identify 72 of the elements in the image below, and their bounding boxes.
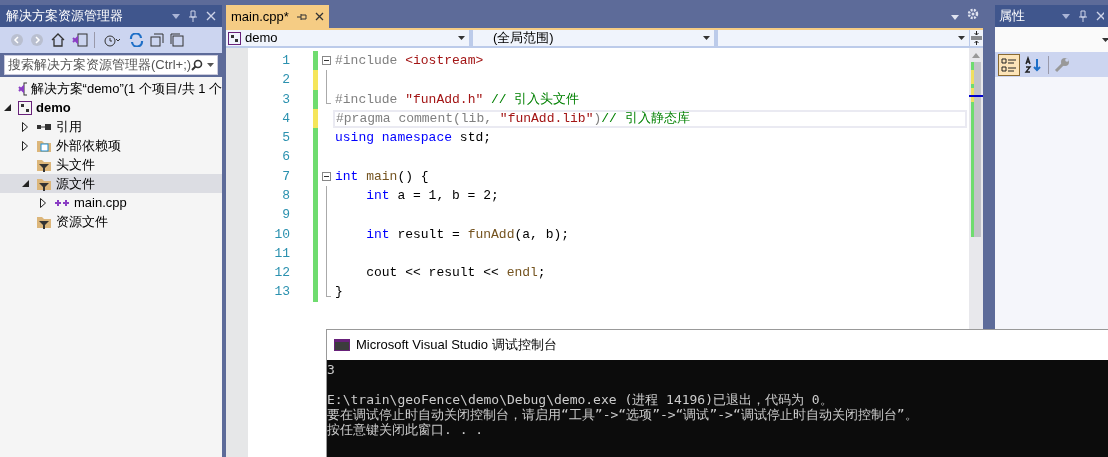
- tree-item[interactable]: 资源文件: [0, 212, 222, 231]
- settings-icon[interactable]: [967, 8, 979, 20]
- tree-item[interactable]: 源文件: [0, 174, 222, 193]
- history-icon[interactable]: [101, 33, 123, 47]
- folder-icon: [36, 176, 52, 191]
- panel-title: 解决方案资源管理器: [6, 7, 124, 26]
- console-icon: [334, 339, 350, 351]
- folder-icon: [36, 157, 52, 172]
- project-icon: [18, 100, 32, 115]
- references-icon: [36, 121, 52, 132]
- copy-icon[interactable]: [170, 33, 184, 47]
- code-line: using namespace std;: [335, 129, 492, 148]
- editor-tab[interactable]: main.cpp*: [226, 5, 329, 28]
- tree-item[interactable]: 头文件: [0, 155, 222, 174]
- line-number: 10: [273, 225, 290, 244]
- caret-icon: [703, 36, 710, 40]
- line-number: 5: [281, 129, 290, 148]
- close-icon[interactable]: [314, 12, 324, 21]
- search-icon[interactable]: [191, 59, 203, 71]
- folder-icon: [36, 138, 52, 153]
- caret-icon: [1102, 37, 1108, 42]
- panel-title: 属性: [999, 7, 1026, 26]
- collapse-arrow-icon[interactable]: [22, 180, 29, 187]
- tree-item[interactable]: 解决方案“demo”(1 个项目/共 1 个: [0, 79, 222, 98]
- line-number: 8: [281, 187, 290, 205]
- console-output: 3 E:\train\geoFence\demo\Debug\demo.exe (进程 14196)已退出，代码为 0。 要在调试停止时自动关闭控制台，请启用“工具”->“选项”->“调试”->“调试停止时自动关闭控制台”。 按任意键关闭此窗口. . .: [327, 360, 1108, 457]
- solution-icon: [18, 81, 27, 96]
- tree-item[interactable]: demo: [0, 98, 222, 117]
- line-number: 13: [273, 283, 290, 302]
- pin-icon[interactable]: [296, 12, 307, 21]
- search-field[interactable]: 搜索解决方案资源管理器(Ctrl+;): [4, 55, 218, 75]
- solution-switch-icon[interactable]: [72, 33, 88, 47]
- caret-icon: [958, 36, 965, 40]
- categorized-icon[interactable]: [998, 53, 1020, 76]
- window-title: Microsoft Visual Studio 调试控制台: [356, 336, 557, 355]
- dropdown-icon[interactable]: [1062, 13, 1070, 19]
- dropdown-icon[interactable]: [951, 15, 959, 20]
- caret-icon: [458, 36, 465, 40]
- line-number: 11: [273, 244, 290, 263]
- line-number: 6: [281, 148, 290, 167]
- code-line: cout << result << endl;: [365, 264, 546, 283]
- line-number: 12: [273, 264, 290, 283]
- collapse-icon[interactable]: [322, 171, 331, 181]
- expand-arrow-icon[interactable]: [22, 121, 28, 132]
- refresh-icon[interactable]: [129, 33, 144, 47]
- folder-icon: [36, 214, 52, 229]
- line-number: 2: [281, 71, 290, 90]
- tree-item[interactable]: main.cpp: [0, 193, 222, 212]
- dropdown-icon[interactable]: [207, 63, 214, 67]
- code-line: int result = funAdd(a, b);: [365, 225, 570, 244]
- line-number: 7: [281, 167, 290, 186]
- code-line: int main() {: [335, 167, 429, 186]
- line-number: 9: [281, 206, 290, 225]
- line-number: 3: [281, 90, 290, 109]
- tree-item[interactable]: 外部依赖项: [0, 136, 222, 155]
- split-icon[interactable]: [971, 31, 982, 45]
- dropdown-icon[interactable]: [172, 13, 180, 19]
- cpp-file-icon: [54, 197, 70, 208]
- code-line: }: [335, 283, 343, 302]
- code-line: #include <iostream>: [335, 51, 484, 70]
- project-icon: [228, 31, 241, 45]
- collapse-arrow-icon[interactable]: [4, 104, 11, 111]
- line-number: 4: [281, 109, 290, 128]
- home-icon[interactable]: [50, 33, 66, 47]
- expand-arrow-icon[interactable]: [40, 197, 46, 208]
- tree-item[interactable]: 引用: [0, 117, 222, 136]
- code-line: #include "funAdd.h" // 引入头文件: [335, 90, 580, 109]
- line-number: 1: [281, 51, 290, 70]
- code-line: int a = 1, b = 2;: [365, 187, 499, 205]
- collapse-icon[interactable]: [322, 56, 331, 66]
- expand-arrow-icon[interactable]: [22, 140, 28, 151]
- sort-alphabetical-icon[interactable]: [1024, 55, 1044, 74]
